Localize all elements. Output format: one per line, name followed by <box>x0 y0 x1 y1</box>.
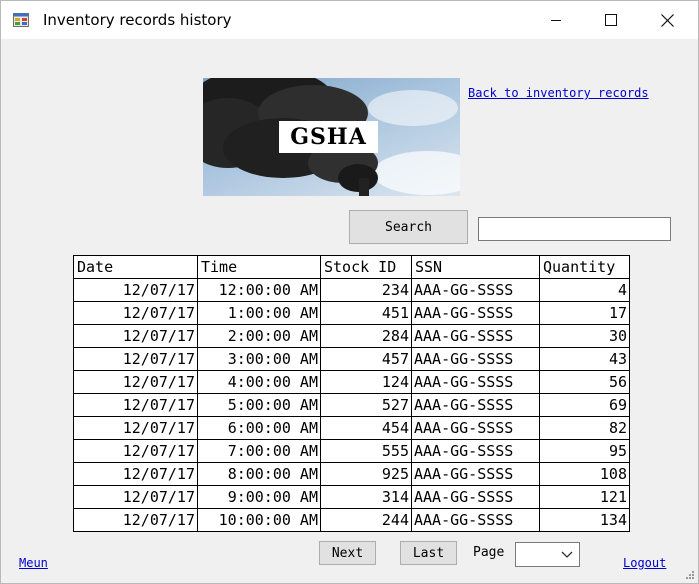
cell-date[interactable]: 12/07/17 <box>73 324 198 348</box>
cell-time[interactable]: 7:00:00 AM <box>197 439 321 463</box>
banner-image: GSHA <box>203 78 460 196</box>
cell-date[interactable]: 12/07/17 <box>73 301 198 325</box>
maximize-button[interactable] <box>588 1 634 39</box>
column-header-date[interactable]: Date <box>73 255 198 279</box>
cell-date[interactable]: 12/07/17 <box>73 370 198 394</box>
cell-quantity[interactable]: 4 <box>539 278 630 302</box>
column-header-ssn[interactable]: SSN <box>411 255 540 279</box>
cell-time[interactable]: 4:00:00 AM <box>197 370 321 394</box>
cell-quantity[interactable]: 69 <box>539 393 630 417</box>
resize-grip-icon[interactable] <box>685 570 695 580</box>
table-row[interactable]: 12/07/17 12:00:00 AM 234 AAA-GG-SSSS 4 <box>73 278 630 302</box>
cell-time[interactable]: 6:00:00 AM <box>197 416 321 440</box>
table-row[interactable]: 12/07/17 4:00:00 AM 124 AAA-GG-SSSS 56 <box>73 370 630 394</box>
cell-stock-id[interactable]: 284 <box>320 324 412 348</box>
cell-ssn[interactable]: AAA-GG-SSSS <box>411 508 540 532</box>
cell-time[interactable]: 9:00:00 AM <box>197 485 321 509</box>
cell-quantity[interactable]: 121 <box>539 485 630 509</box>
cell-date[interactable]: 12/07/17 <box>73 439 198 463</box>
cell-stock-id[interactable]: 124 <box>320 370 412 394</box>
column-header-time[interactable]: Time <box>197 255 321 279</box>
cell-date[interactable]: 12/07/17 <box>73 347 198 371</box>
cell-stock-id[interactable]: 457 <box>320 347 412 371</box>
cell-ssn[interactable]: AAA-GG-SSSS <box>411 278 540 302</box>
cell-ssn[interactable]: AAA-GG-SSSS <box>411 462 540 486</box>
cell-ssn[interactable]: AAA-GG-SSSS <box>411 439 540 463</box>
chevron-down-icon <box>561 551 573 558</box>
page-select[interactable] <box>515 542 580 567</box>
cell-ssn[interactable]: AAA-GG-SSSS <box>411 393 540 417</box>
table-row[interactable]: 12/07/17 6:00:00 AM 454 AAA-GG-SSSS 82 <box>73 416 630 440</box>
table-row[interactable]: 12/07/17 5:00:00 AM 527 AAA-GG-SSSS 69 <box>73 393 630 417</box>
cell-date[interactable]: 12/07/17 <box>73 462 198 486</box>
app-window: Inventory records history GSHA Back to i… <box>0 0 699 584</box>
search-button[interactable]: Search <box>349 210 468 244</box>
minimize-icon <box>551 20 561 21</box>
column-header-stock-id[interactable]: Stock ID <box>320 255 412 279</box>
cell-quantity[interactable]: 134 <box>539 508 630 532</box>
table-header-row: Date Time Stock ID SSN Quantity <box>73 255 630 279</box>
close-button[interactable] <box>644 1 690 39</box>
cell-time[interactable]: 12:00:00 AM <box>197 278 321 302</box>
cell-stock-id[interactable]: 454 <box>320 416 412 440</box>
last-button[interactable]: Last <box>400 541 457 565</box>
cell-date[interactable]: 12/07/17 <box>73 508 198 532</box>
cell-ssn[interactable]: AAA-GG-SSSS <box>411 370 540 394</box>
cell-quantity[interactable]: 17 <box>539 301 630 325</box>
minimize-button[interactable] <box>533 1 579 39</box>
table-body: 12/07/17 12:00:00 AM 234 AAA-GG-SSSS 4 12/07/… <box>73 278 630 532</box>
back-to-inventory-link[interactable]: Back to inventory records <box>468 86 649 100</box>
cell-quantity[interactable]: 43 <box>539 347 630 371</box>
table-row[interactable]: 12/07/17 7:00:00 AM 555 AAA-GG-SSSS 95 <box>73 439 630 463</box>
table-row[interactable]: 12/07/17 9:00:00 AM 314 AAA-GG-SSSS 121 <box>73 485 630 509</box>
cell-ssn[interactable]: AAA-GG-SSSS <box>411 324 540 348</box>
cell-date[interactable]: 12/07/17 <box>73 393 198 417</box>
table-row[interactable]: 12/07/17 1:00:00 AM 451 AAA-GG-SSSS 17 <box>73 301 630 325</box>
cell-time[interactable]: 3:00:00 AM <box>197 347 321 371</box>
banner-logo: GSHA <box>279 121 378 153</box>
table-row[interactable]: 12/07/17 3:00:00 AM 457 AAA-GG-SSSS 43 <box>73 347 630 371</box>
title-bar: Inventory records history <box>1 1 698 39</box>
search-input[interactable] <box>478 217 671 241</box>
cell-time[interactable]: 1:00:00 AM <box>197 301 321 325</box>
cell-quantity[interactable]: 82 <box>539 416 630 440</box>
cell-stock-id[interactable]: 451 <box>320 301 412 325</box>
cell-time[interactable]: 5:00:00 AM <box>197 393 321 417</box>
cell-time[interactable]: 10:00:00 AM <box>197 508 321 532</box>
cell-ssn[interactable]: AAA-GG-SSSS <box>411 301 540 325</box>
cell-stock-id[interactable]: 925 <box>320 462 412 486</box>
cell-ssn[interactable]: AAA-GG-SSSS <box>411 485 540 509</box>
cell-quantity[interactable]: 95 <box>539 439 630 463</box>
cell-stock-id[interactable]: 314 <box>320 485 412 509</box>
logout-link[interactable]: Logout <box>623 556 666 570</box>
close-icon <box>660 13 674 27</box>
menu-link[interactable]: Meun <box>19 556 48 570</box>
cell-stock-id[interactable]: 234 <box>320 278 412 302</box>
records-table: Date Time Stock ID SSN Quantity 12/07/17… <box>73 255 630 532</box>
cell-quantity[interactable]: 30 <box>539 324 630 348</box>
cell-time[interactable]: 2:00:00 AM <box>197 324 321 348</box>
page-label: Page <box>473 545 505 560</box>
table-row[interactable]: 12/07/17 8:00:00 AM 925 AAA-GG-SSSS 108 <box>73 462 630 486</box>
cell-date[interactable]: 12/07/17 <box>73 278 198 302</box>
cell-stock-id[interactable]: 527 <box>320 393 412 417</box>
cell-stock-id[interactable]: 244 <box>320 508 412 532</box>
cell-ssn[interactable]: AAA-GG-SSSS <box>411 416 540 440</box>
maximize-icon <box>605 14 617 26</box>
table-row[interactable]: 12/07/17 2:00:00 AM 284 AAA-GG-SSSS 30 <box>73 324 630 348</box>
app-window-icon <box>13 12 29 28</box>
cell-stock-id[interactable]: 555 <box>320 439 412 463</box>
cell-date[interactable]: 12/07/17 <box>73 416 198 440</box>
cell-quantity[interactable]: 108 <box>539 462 630 486</box>
column-header-quantity[interactable]: Quantity <box>539 255 630 279</box>
cell-date[interactable]: 12/07/17 <box>73 485 198 509</box>
cell-quantity[interactable]: 56 <box>539 370 630 394</box>
table-row[interactable]: 12/07/17 10:00:00 AM 244 AAA-GG-SSSS 134 <box>73 508 630 532</box>
cell-ssn[interactable]: AAA-GG-SSSS <box>411 347 540 371</box>
cell-time[interactable]: 8:00:00 AM <box>197 462 321 486</box>
next-button[interactable]: Next <box>319 541 376 565</box>
window-title: Inventory records history <box>43 11 232 29</box>
